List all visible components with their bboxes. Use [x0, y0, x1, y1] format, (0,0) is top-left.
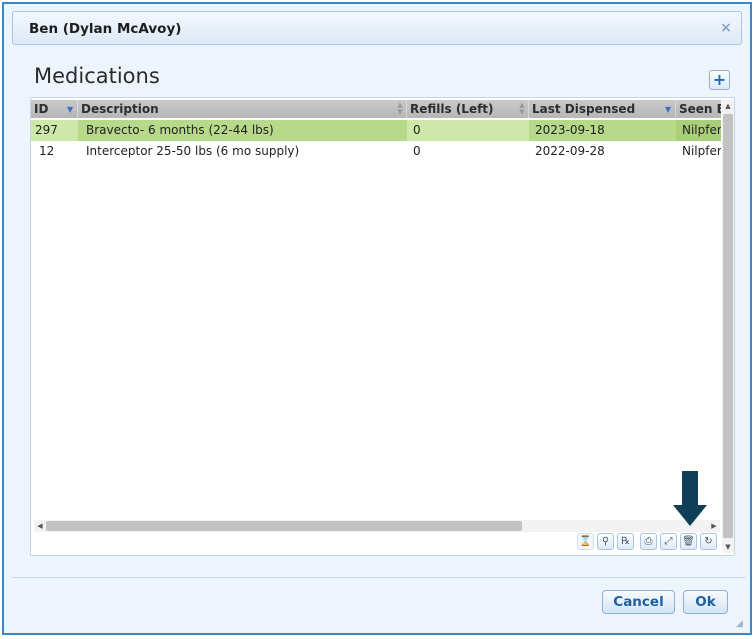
sort-desc-icon: ▼ [665, 105, 672, 114]
cell-seen-by: Nilpfer [676, 120, 721, 141]
medications-dialog: Ben (Dylan McAvoy) × Medications + ID ▼ … [2, 2, 752, 635]
scroll-right-icon[interactable]: ▶ [708, 520, 720, 532]
annotation-arrow-icon [673, 471, 707, 526]
cell-seen-by: Nilpfer [682, 144, 721, 158]
column-header-id[interactable]: ID ▼ [31, 100, 78, 118]
footer-divider [12, 577, 746, 578]
column-header-description[interactable]: Description ▲ ▼ [78, 100, 407, 118]
grid-toolbar: ⌛ ⚲ ℞ ⎙ ⤢ 🗑 ↻ [577, 533, 717, 553]
sort-both-icon: ▲ ▼ [519, 101, 525, 116]
section-heading: Medications [34, 64, 160, 88]
table-row[interactable]: 12 Interceptor 25-50 lbs (6 mo supply) 0… [31, 141, 721, 162]
cancel-button[interactable]: Cancel [602, 590, 675, 614]
horizontal-scroll-thumb[interactable] [46, 521, 522, 531]
vertical-scroll-thumb[interactable] [723, 114, 733, 538]
annotation-arrow-shaft [682, 471, 698, 507]
ok-button[interactable]: Ok [683, 590, 728, 614]
sort-desc-icon: ▼ [67, 105, 74, 114]
trash-icon[interactable]: 🗑 [680, 533, 697, 550]
cell-id: 12 [39, 144, 55, 158]
resize-grip-icon[interactable]: ◢ [736, 619, 746, 629]
cell-id: 297 [35, 123, 58, 137]
refresh-icon[interactable]: ↻ [700, 533, 717, 550]
vertical-scrollbar[interactable]: ▲ ▼ [722, 100, 734, 553]
rx-icon[interactable]: ℞ [617, 533, 634, 550]
column-header-refills[interactable]: Refills (Left) ▲ ▼ [407, 100, 529, 118]
patient-icon[interactable]: ⚲ [597, 533, 614, 550]
column-header-seen-by[interactable]: Seen B [676, 100, 721, 118]
cell-refills: 0 [413, 144, 421, 158]
table-row[interactable]: 297 Bravecto- 6 months (22-44 lbs) 0 202… [31, 120, 721, 141]
cell-description: Bravecto- 6 months (22-44 lbs) [78, 120, 407, 141]
annotation-arrow-head [673, 505, 707, 526]
cell-refills: 0 [413, 123, 421, 137]
scroll-left-icon[interactable]: ◀ [34, 520, 46, 532]
horizontal-scrollbar[interactable]: ◀ ▶ [34, 520, 720, 532]
sort-both-icon: ▲ ▼ [397, 101, 403, 116]
print-icon[interactable]: ⎙ [640, 533, 657, 550]
close-icon[interactable]: × [719, 21, 733, 35]
grid-header: ID ▼ Description ▲ ▼ Refills (Left) ▲ ▼ La… [31, 100, 721, 118]
cell-description: Interceptor 25-50 lbs (6 mo supply) [86, 144, 300, 158]
scroll-down-icon[interactable]: ▼ [722, 541, 734, 553]
medications-grid: ID ▼ Description ▲ ▼ Refills (Left) ▲ ▼ La… [30, 97, 735, 556]
cell-last-dispensed: 2022-09-28 [535, 144, 605, 158]
column-header-last-dispensed[interactable]: Last Dispensed ▼ [529, 100, 676, 118]
dialog-titlebar[interactable]: Ben (Dylan McAvoy) × [12, 11, 742, 45]
scroll-up-icon[interactable]: ▲ [722, 100, 734, 112]
hourglass-icon: ⌛ [577, 533, 594, 550]
add-medication-button[interactable]: + [709, 70, 730, 90]
cell-last-dispensed: 2023-09-18 [529, 120, 676, 141]
edit-icon[interactable]: ⤢ [660, 533, 677, 550]
dialog-title: Ben (Dylan McAvoy) [29, 21, 182, 37]
